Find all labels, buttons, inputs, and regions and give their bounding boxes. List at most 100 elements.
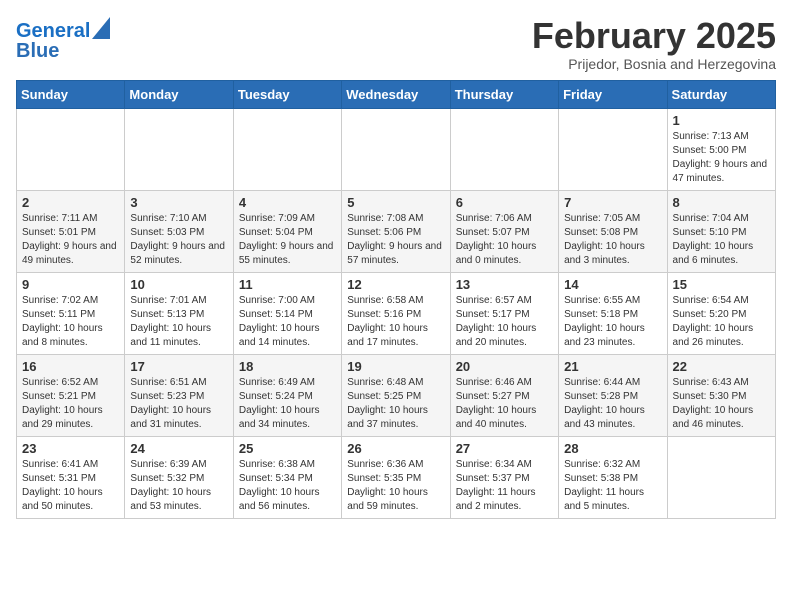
weekday-header: Tuesday bbox=[233, 80, 341, 108]
day-number: 17 bbox=[130, 359, 227, 374]
day-number: 10 bbox=[130, 277, 227, 292]
calendar-day-cell: 13 Sunrise: 6:57 AM Sunset: 5:17 PM Dayli… bbox=[450, 272, 558, 354]
day-info: Sunrise: 7:06 AM Sunset: 5:07 PM Dayligh… bbox=[456, 212, 553, 268]
day-number: 11 bbox=[239, 277, 336, 292]
calendar-week-row: 2 Sunrise: 7:11 AM Sunset: 5:01 PM Daylig… bbox=[17, 190, 776, 272]
calendar-day-cell: 14 Sunrise: 6:55 AM Sunset: 5:18 PM Dayli… bbox=[559, 272, 667, 354]
calendar-day-cell: 11 Sunrise: 7:00 AM Sunset: 5:14 PM Dayli… bbox=[233, 272, 341, 354]
calendar-week-row: 23 Sunrise: 6:41 AM Sunset: 5:31 PM Dayli… bbox=[17, 436, 776, 518]
day-number: 13 bbox=[456, 277, 553, 292]
day-info: Sunrise: 6:57 AM Sunset: 5:17 PM Dayligh… bbox=[456, 294, 553, 350]
calendar-table: SundayMondayTuesdayWednesdayThursdayFrid… bbox=[16, 80, 776, 519]
calendar-week-row: 9 Sunrise: 7:02 AM Sunset: 5:11 PM Daylig… bbox=[17, 272, 776, 354]
day-info: Sunrise: 6:51 AM Sunset: 5:23 PM Dayligh… bbox=[130, 376, 227, 432]
day-number: 1 bbox=[673, 113, 770, 128]
weekday-header: Saturday bbox=[667, 80, 775, 108]
calendar-day-cell: 17 Sunrise: 6:51 AM Sunset: 5:23 PM Dayli… bbox=[125, 354, 233, 436]
day-info: Sunrise: 6:55 AM Sunset: 5:18 PM Dayligh… bbox=[564, 294, 661, 350]
day-info: Sunrise: 7:00 AM Sunset: 5:14 PM Dayligh… bbox=[239, 294, 336, 350]
logo-icon bbox=[92, 17, 110, 39]
day-info: Sunrise: 6:48 AM Sunset: 5:25 PM Dayligh… bbox=[347, 376, 444, 432]
weekday-header: Monday bbox=[125, 80, 233, 108]
calendar-week-row: 16Sunrise: 6:52 AM Sunset: 5:21 PM Dayli… bbox=[17, 354, 776, 436]
calendar-day-cell: 19 Sunrise: 6:48 AM Sunset: 5:25 PM Dayli… bbox=[342, 354, 450, 436]
calendar-day-cell: 18Sunrise: 6:49 AM Sunset: 5:24 PM Dayli… bbox=[233, 354, 341, 436]
weekday-header: Sunday bbox=[17, 80, 125, 108]
day-number: 14 bbox=[564, 277, 661, 292]
day-number: 22 bbox=[673, 359, 770, 374]
day-number: 23 bbox=[22, 441, 119, 456]
weekday-header: Wednesday bbox=[342, 80, 450, 108]
calendar-day-cell bbox=[559, 108, 667, 190]
calendar-week-row: 1 Sunrise: 7:13 AM Sunset: 5:00 PM Daylig… bbox=[17, 108, 776, 190]
calendar-day-cell: 28Sunrise: 6:32 AM Sunset: 5:38 PM Dayli… bbox=[559, 436, 667, 518]
calendar-day-cell: 24 Sunrise: 6:39 AM Sunset: 5:32 PM Dayli… bbox=[125, 436, 233, 518]
calendar-header-row: SundayMondayTuesdayWednesdayThursdayFrid… bbox=[17, 80, 776, 108]
day-info: Sunrise: 7:09 AM Sunset: 5:04 PM Dayligh… bbox=[239, 212, 336, 268]
day-number: 21 bbox=[564, 359, 661, 374]
day-info: Sunrise: 6:41 AM Sunset: 5:31 PM Dayligh… bbox=[22, 458, 119, 514]
day-info: Sunrise: 7:13 AM Sunset: 5:00 PM Dayligh… bbox=[673, 130, 770, 186]
day-number: 7 bbox=[564, 195, 661, 210]
day-number: 9 bbox=[22, 277, 119, 292]
calendar-day-cell: 8 Sunrise: 7:04 AM Sunset: 5:10 PM Daylig… bbox=[667, 190, 775, 272]
day-info: Sunrise: 6:43 AM Sunset: 5:30 PM Dayligh… bbox=[673, 376, 770, 432]
day-info: Sunrise: 7:04 AM Sunset: 5:10 PM Dayligh… bbox=[673, 212, 770, 268]
calendar-day-cell bbox=[125, 108, 233, 190]
calendar-day-cell: 16Sunrise: 6:52 AM Sunset: 5:21 PM Dayli… bbox=[17, 354, 125, 436]
day-info: Sunrise: 7:08 AM Sunset: 5:06 PM Dayligh… bbox=[347, 212, 444, 268]
calendar-day-cell: 12Sunrise: 6:58 AM Sunset: 5:16 PM Dayli… bbox=[342, 272, 450, 354]
weekday-header: Thursday bbox=[450, 80, 558, 108]
day-info: Sunrise: 7:10 AM Sunset: 5:03 PM Dayligh… bbox=[130, 212, 227, 268]
day-number: 28 bbox=[564, 441, 661, 456]
calendar-day-cell: 9 Sunrise: 7:02 AM Sunset: 5:11 PM Daylig… bbox=[17, 272, 125, 354]
day-number: 16 bbox=[22, 359, 119, 374]
day-number: 15 bbox=[673, 277, 770, 292]
calendar-day-cell: 22 Sunrise: 6:43 AM Sunset: 5:30 PM Dayli… bbox=[667, 354, 775, 436]
day-number: 19 bbox=[347, 359, 444, 374]
day-number: 25 bbox=[239, 441, 336, 456]
logo-text: General bbox=[16, 20, 90, 42]
location-subtitle: Prijedor, Bosnia and Herzegovina bbox=[532, 56, 776, 72]
logo: General Blue bbox=[16, 20, 110, 62]
day-number: 27 bbox=[456, 441, 553, 456]
day-info: Sunrise: 6:36 AM Sunset: 5:35 PM Dayligh… bbox=[347, 458, 444, 514]
calendar-day-cell: 1 Sunrise: 7:13 AM Sunset: 5:00 PM Daylig… bbox=[667, 108, 775, 190]
logo-blue-text: Blue bbox=[16, 40, 110, 62]
day-number: 12 bbox=[347, 277, 444, 292]
day-number: 20 bbox=[456, 359, 553, 374]
day-info: Sunrise: 6:34 AM Sunset: 5:37 PM Dayligh… bbox=[456, 458, 553, 514]
title-section: February 2025 Prijedor, Bosnia and Herze… bbox=[532, 16, 776, 72]
day-number: 26 bbox=[347, 441, 444, 456]
day-info: Sunrise: 7:05 AM Sunset: 5:08 PM Dayligh… bbox=[564, 212, 661, 268]
calendar-day-cell: 26 Sunrise: 6:36 AM Sunset: 5:35 PM Dayli… bbox=[342, 436, 450, 518]
calendar-day-cell bbox=[17, 108, 125, 190]
calendar-day-cell: 27 Sunrise: 6:34 AM Sunset: 5:37 PM Dayli… bbox=[450, 436, 558, 518]
page-header: General Blue February 2025 Prijedor, Bos… bbox=[16, 16, 776, 72]
day-number: 24 bbox=[130, 441, 227, 456]
calendar-day-cell bbox=[450, 108, 558, 190]
calendar-day-cell: 23 Sunrise: 6:41 AM Sunset: 5:31 PM Dayli… bbox=[17, 436, 125, 518]
calendar-day-cell: 15 Sunrise: 6:54 AM Sunset: 5:20 PM Dayli… bbox=[667, 272, 775, 354]
weekday-header: Friday bbox=[559, 80, 667, 108]
day-number: 8 bbox=[673, 195, 770, 210]
calendar-day-cell: 7 Sunrise: 7:05 AM Sunset: 5:08 PM Daylig… bbox=[559, 190, 667, 272]
day-number: 5 bbox=[347, 195, 444, 210]
calendar-day-cell: 25 Sunrise: 6:38 AM Sunset: 5:34 PM Dayli… bbox=[233, 436, 341, 518]
day-info: Sunrise: 6:39 AM Sunset: 5:32 PM Dayligh… bbox=[130, 458, 227, 514]
day-number: 3 bbox=[130, 195, 227, 210]
calendar-day-cell bbox=[667, 436, 775, 518]
calendar-day-cell bbox=[342, 108, 450, 190]
day-info: Sunrise: 6:38 AM Sunset: 5:34 PM Dayligh… bbox=[239, 458, 336, 514]
calendar-day-cell: 21 Sunrise: 6:44 AM Sunset: 5:28 PM Dayli… bbox=[559, 354, 667, 436]
calendar-day-cell: 10Sunrise: 7:01 AM Sunset: 5:13 PM Dayli… bbox=[125, 272, 233, 354]
day-number: 18 bbox=[239, 359, 336, 374]
calendar-day-cell: 20Sunrise: 6:46 AM Sunset: 5:27 PM Dayli… bbox=[450, 354, 558, 436]
calendar-day-cell: 2 Sunrise: 7:11 AM Sunset: 5:01 PM Daylig… bbox=[17, 190, 125, 272]
calendar-day-cell: 5 Sunrise: 7:08 AM Sunset: 5:06 PM Daylig… bbox=[342, 190, 450, 272]
day-info: Sunrise: 7:02 AM Sunset: 5:11 PM Dayligh… bbox=[22, 294, 119, 350]
day-info: Sunrise: 6:54 AM Sunset: 5:20 PM Dayligh… bbox=[673, 294, 770, 350]
day-info: Sunrise: 6:44 AM Sunset: 5:28 PM Dayligh… bbox=[564, 376, 661, 432]
day-info: Sunrise: 7:11 AM Sunset: 5:01 PM Dayligh… bbox=[22, 212, 119, 268]
day-number: 2 bbox=[22, 195, 119, 210]
